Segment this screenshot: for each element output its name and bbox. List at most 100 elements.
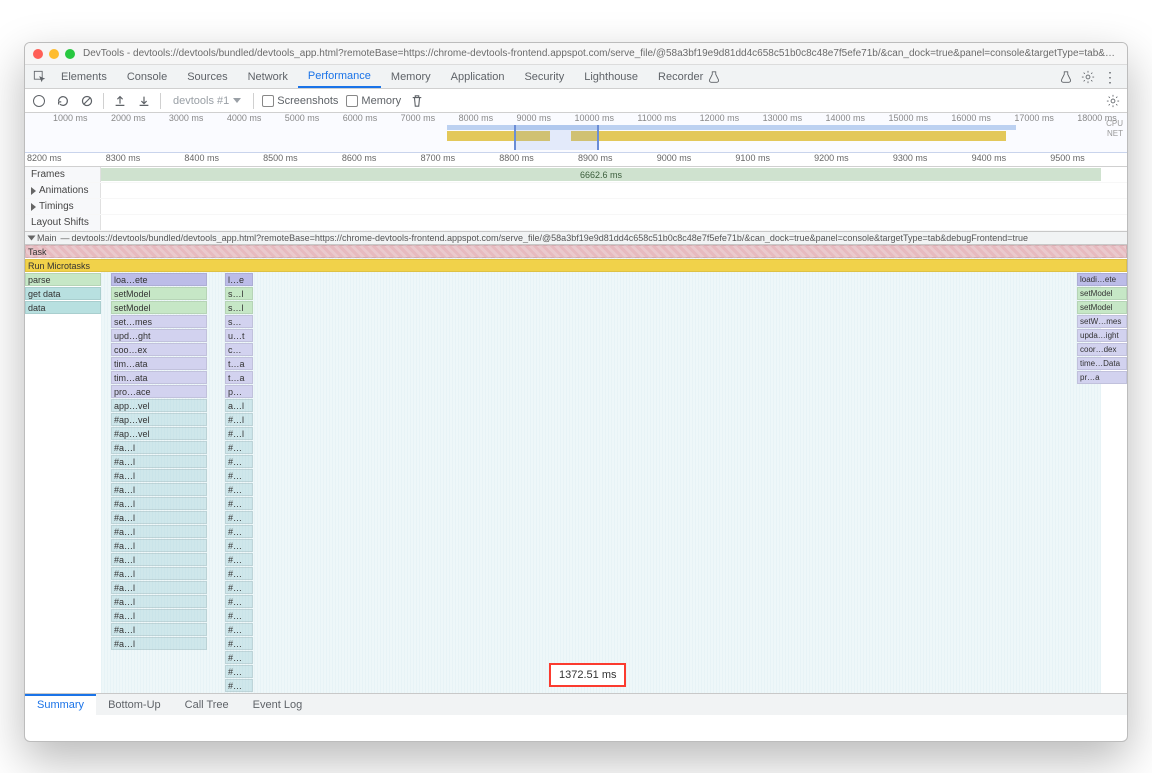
timings-track[interactable]: Timings <box>25 199 1127 215</box>
flame-bar[interactable]: #a…l <box>111 567 207 580</box>
flame-bar[interactable]: #a…l <box>111 469 207 482</box>
flame-bar[interactable]: setModel <box>111 287 207 300</box>
flame-bar[interactable]: #a…l <box>111 511 207 524</box>
expand-icon[interactable] <box>31 203 36 211</box>
flame-bar[interactable]: c… <box>225 343 253 356</box>
settings-gear-icon[interactable] <box>1081 70 1095 84</box>
zoom-icon[interactable] <box>65 49 75 59</box>
flame-bar[interactable]: s…l <box>225 301 253 314</box>
flame-bar-right[interactable]: upda…ight <box>1077 329 1127 342</box>
flame-bar[interactable]: upd…ght <box>111 329 207 342</box>
minimize-icon[interactable] <box>49 49 59 59</box>
flame-bar[interactable]: #… <box>225 637 253 650</box>
flame-bar[interactable]: l…e <box>225 273 253 286</box>
flame-bar[interactable]: #… <box>225 441 253 454</box>
flame-bar[interactable]: #a…l <box>111 441 207 454</box>
tab-console[interactable]: Console <box>117 65 177 88</box>
load-profile-icon[interactable] <box>112 93 128 109</box>
animations-track[interactable]: Animations <box>25 183 1127 199</box>
flame-bar[interactable]: app…vel <box>111 399 207 412</box>
flame-bar[interactable]: t…a <box>225 357 253 370</box>
flame-bar[interactable]: #… <box>225 651 253 664</box>
tab-recorder[interactable]: Recorder <box>648 65 731 88</box>
flame-bar[interactable]: #… <box>225 553 253 566</box>
flame-bar-right[interactable]: setModel <box>1077 287 1127 300</box>
flame-bar-right[interactable]: pr…a <box>1077 371 1127 384</box>
garbage-collect-icon[interactable] <box>409 93 425 109</box>
close-icon[interactable] <box>33 49 43 59</box>
flame-bar[interactable]: t…a <box>225 371 253 384</box>
tab-memory[interactable]: Memory <box>381 65 441 88</box>
tab-network[interactable]: Network <box>238 65 298 88</box>
flame-bar[interactable]: #…l <box>225 427 253 440</box>
flame-bar-task[interactable]: Task <box>25 245 1127 258</box>
flame-bar-right[interactable]: time…Data <box>1077 357 1127 370</box>
timeline-overview[interactable]: 1000 ms2000 ms3000 ms4000 ms5000 ms6000 … <box>25 113 1127 153</box>
flame-bar-microtasks[interactable]: Run Microtasks <box>25 259 1127 272</box>
flame-bar-right[interactable]: setModel <box>1077 301 1127 314</box>
clear-button[interactable] <box>79 93 95 109</box>
flame-bar[interactable]: #… <box>225 623 253 636</box>
details-tab-summary[interactable]: Summary <box>25 694 96 715</box>
flame-bar[interactable]: p… <box>225 385 253 398</box>
details-tab-event-log[interactable]: Event Log <box>241 694 315 715</box>
flame-bar[interactable]: #ap…vel <box>111 413 207 426</box>
time-ruler[interactable]: 8200 ms8300 ms8400 ms8500 ms8600 ms8700 … <box>25 153 1127 167</box>
flame-bar[interactable]: s…l <box>225 287 253 300</box>
flame-bar[interactable]: a…l <box>225 399 253 412</box>
flame-bar-left-get-data[interactable]: get data <box>25 287 101 300</box>
tab-elements[interactable]: Elements <box>51 65 117 88</box>
flame-bar[interactable]: #a…l <box>111 581 207 594</box>
flame-bar[interactable]: #a…l <box>111 539 207 552</box>
flame-bar[interactable]: #… <box>225 539 253 552</box>
flame-bar[interactable]: #… <box>225 497 253 510</box>
flame-bar[interactable]: tim…ata <box>111 371 207 384</box>
memory-checkbox[interactable]: Memory <box>346 95 401 107</box>
flame-bar-right[interactable]: coor…dex <box>1077 343 1127 356</box>
flame-bar[interactable]: #a…l <box>111 553 207 566</box>
layout-shifts-track[interactable]: Layout Shifts <box>25 215 1127 231</box>
screenshots-checkbox[interactable]: Screenshots <box>262 95 338 107</box>
details-tab-bottom-up[interactable]: Bottom-Up <box>96 694 173 715</box>
collapse-icon[interactable] <box>28 236 36 241</box>
frames-track[interactable]: Frames 6662.6 ms <box>25 167 1127 183</box>
flame-bar[interactable]: #a…l <box>111 637 207 650</box>
capture-settings-gear-icon[interactable] <box>1105 93 1121 109</box>
flame-bar[interactable]: #a…l <box>111 609 207 622</box>
flame-bar[interactable]: pro…ace <box>111 385 207 398</box>
flame-bar-right[interactable]: setW…mes <box>1077 315 1127 328</box>
save-profile-icon[interactable] <box>136 93 152 109</box>
flame-bar[interactable]: #… <box>225 469 253 482</box>
details-tab-call-tree[interactable]: Call Tree <box>173 694 241 715</box>
flame-bar[interactable]: tim…ata <box>111 357 207 370</box>
flame-bar[interactable]: u…t <box>225 329 253 342</box>
flame-bar[interactable]: #… <box>225 455 253 468</box>
flame-bar[interactable]: setModel <box>111 301 207 314</box>
tab-security[interactable]: Security <box>514 65 574 88</box>
flame-bar[interactable]: #a…l <box>111 497 207 510</box>
flame-bar[interactable]: #… <box>225 511 253 524</box>
flame-bar[interactable]: #… <box>225 525 253 538</box>
flame-bar[interactable]: #… <box>225 581 253 594</box>
flame-bar-left-parse[interactable]: parse <box>25 273 101 286</box>
profile-selector[interactable]: devtools #1 <box>169 93 245 109</box>
flame-bar[interactable]: coo…ex <box>111 343 207 356</box>
flame-bar[interactable]: #a…l <box>111 595 207 608</box>
tab-application[interactable]: Application <box>441 65 515 88</box>
flame-bar[interactable]: #ap…vel <box>111 427 207 440</box>
flame-bar-left-data[interactable]: data <box>25 301 101 314</box>
tab-sources[interactable]: Sources <box>177 65 237 88</box>
flame-bar[interactable]: #… <box>225 679 253 692</box>
tab-lighthouse[interactable]: Lighthouse <box>574 65 648 88</box>
flame-bar[interactable]: #… <box>225 483 253 496</box>
flame-bar-right[interactable]: loadi…ete <box>1077 273 1127 286</box>
frame-duration-bar[interactable]: 6662.6 ms <box>101 168 1101 181</box>
flame-bar[interactable]: #… <box>225 595 253 608</box>
record-button[interactable] <box>31 93 47 109</box>
flame-bar[interactable]: #a…l <box>111 623 207 636</box>
flame-bar[interactable]: set…mes <box>111 315 207 328</box>
expand-icon[interactable] <box>31 187 36 195</box>
flame-bar[interactable]: #a…l <box>111 455 207 468</box>
flame-bar[interactable]: #… <box>225 665 253 678</box>
more-menu-icon[interactable]: ⋮ <box>1103 70 1117 84</box>
